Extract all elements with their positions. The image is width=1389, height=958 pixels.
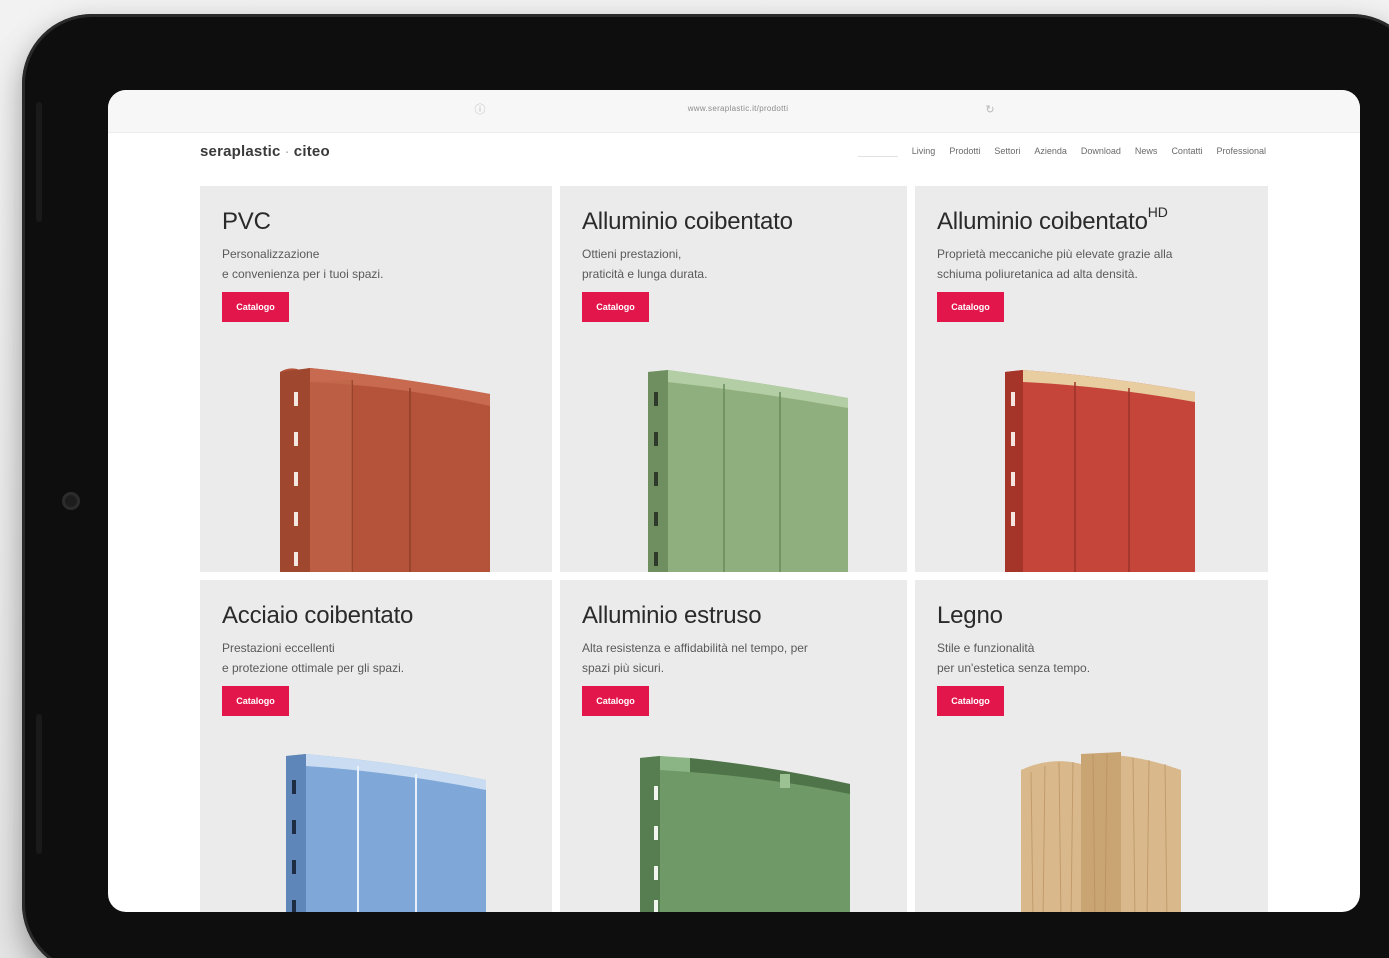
product-card-alluminio-estruso[interactable]: Alluminio estruso Alta resistenza e affi… <box>560 580 907 912</box>
info-icon[interactable]: ⓘ <box>474 104 486 116</box>
desc-line: schiuma poliuretanica ad alta densità. <box>937 267 1138 281</box>
desc-line: per un'estetica senza tempo. <box>937 661 1091 675</box>
desc-line: praticità e lunga durata. <box>582 267 708 281</box>
catalog-button[interactable]: Catalogo <box>582 686 649 716</box>
nav-item-living[interactable]: Living <box>912 146 936 157</box>
desc-line: Prestazioni eccellenti <box>222 641 335 655</box>
product-title: PVC <box>222 208 271 235</box>
product-title: Alluminio coibentato <box>582 208 793 235</box>
desc-line: Stile e funzionalità <box>937 641 1035 655</box>
desc-line: e protezione ottimale per gli spazi. <box>222 661 405 675</box>
catalog-button[interactable]: Catalogo <box>222 686 289 716</box>
product-grid: PVC Personalizzazione e convenienza per … <box>200 186 1270 912</box>
desc-line: e convenienza per i tuoi spazi. <box>222 267 384 281</box>
logo-seraplastic: seraplastic <box>200 143 281 160</box>
desc-line: spazi più sicuri. <box>582 661 665 675</box>
nav-item-download[interactable]: Download <box>1081 146 1121 157</box>
desc-line: Ottieni prestazioni, <box>582 247 682 261</box>
product-card-acciaio-coibentato[interactable]: Acciaio coibentato Prestazioni eccellent… <box>200 580 552 912</box>
logo-separator: · <box>284 143 290 160</box>
nav-item-news[interactable]: News <box>1135 146 1158 157</box>
desc-line: Personalizzazione <box>222 247 320 261</box>
desc-line: Proprietà meccaniche più elevate grazie … <box>937 247 1173 261</box>
product-description: Proprietà meccaniche più elevate grazie … <box>937 244 1247 284</box>
site-header: seraplastic · citeo Living Prodotti Settor… <box>108 132 1360 180</box>
side-button <box>36 714 42 854</box>
reload-icon[interactable]: ↻ <box>984 104 996 116</box>
product-description: Alta resistenza e affidabilità nel tempo… <box>582 638 892 678</box>
alluminio-estruso-profile-image <box>640 756 850 912</box>
product-title: Legno <box>937 602 1003 629</box>
logo-citeo: citeo <box>293 143 330 160</box>
product-description: Personalizzazione e convenienza per i tu… <box>222 244 532 284</box>
alluminio-coibentato-profile-image <box>648 370 848 572</box>
product-card-legno[interactable]: Legno Stile e funzionalità per un'esteti… <box>915 580 1268 912</box>
catalog-button[interactable]: Catalogo <box>937 292 1004 322</box>
main-nav: Living Prodotti Settori Azienda Download… <box>857 146 1266 157</box>
nav-item-prodotti[interactable]: Prodotti <box>949 146 980 157</box>
site-logo[interactable]: seraplastic · citeo <box>200 143 330 160</box>
nav-item-azienda[interactable]: Azienda <box>1034 146 1067 157</box>
tablet-device: ⓘ www.seraplastic.it/prodotti ↻ seraplas… <box>22 14 1389 958</box>
catalog-button[interactable]: Catalogo <box>937 686 1004 716</box>
nav-search-input[interactable] <box>857 146 898 157</box>
product-description: Ottieni prestazioni, praticità e lunga d… <box>582 244 892 284</box>
pvc-profile-image <box>280 368 490 572</box>
product-card-pvc[interactable]: PVC Personalizzazione e convenienza per … <box>200 186 552 572</box>
url-text[interactable]: www.seraplastic.it/prodotti <box>528 104 948 113</box>
legno-profile-image <box>1021 752 1181 912</box>
nav-item-settori[interactable]: Settori <box>994 146 1020 157</box>
browser-address-bar: ⓘ www.seraplastic.it/prodotti ↻ <box>108 90 1360 133</box>
desc-line: Alta resistenza e affidabilità nel tempo… <box>582 641 808 655</box>
product-title: Acciaio coibentato <box>222 602 414 629</box>
camera-icon <box>62 492 80 510</box>
product-title: Alluminio coibentatoHD <box>937 204 1168 235</box>
alluminio-coibentato-hd-profile-image <box>1005 370 1195 572</box>
acciaio-coibentato-profile-image <box>286 754 486 912</box>
screen: ⓘ www.seraplastic.it/prodotti ↻ seraplas… <box>108 90 1360 912</box>
volume-button <box>36 102 42 222</box>
catalog-button[interactable]: Catalogo <box>582 292 649 322</box>
nav-item-professional[interactable]: Professional <box>1216 146 1266 157</box>
product-card-alluminio-coibentato[interactable]: Alluminio coibentato Ottieni prestazioni… <box>560 186 907 572</box>
scene: ⓘ www.seraplastic.it/prodotti ↻ seraplas… <box>0 0 1389 958</box>
product-card-alluminio-coibentato-hd[interactable]: Alluminio coibentatoHD Proprietà meccani… <box>915 186 1268 572</box>
product-title: Alluminio estruso <box>582 602 762 629</box>
catalog-button[interactable]: Catalogo <box>222 292 289 322</box>
product-title-superscript: HD <box>1147 204 1168 220</box>
product-description: Stile e funzionalità per un'estetica sen… <box>937 638 1247 678</box>
product-description: Prestazioni eccellenti e protezione otti… <box>222 638 532 678</box>
nav-item-contatti[interactable]: Contatti <box>1171 146 1202 157</box>
